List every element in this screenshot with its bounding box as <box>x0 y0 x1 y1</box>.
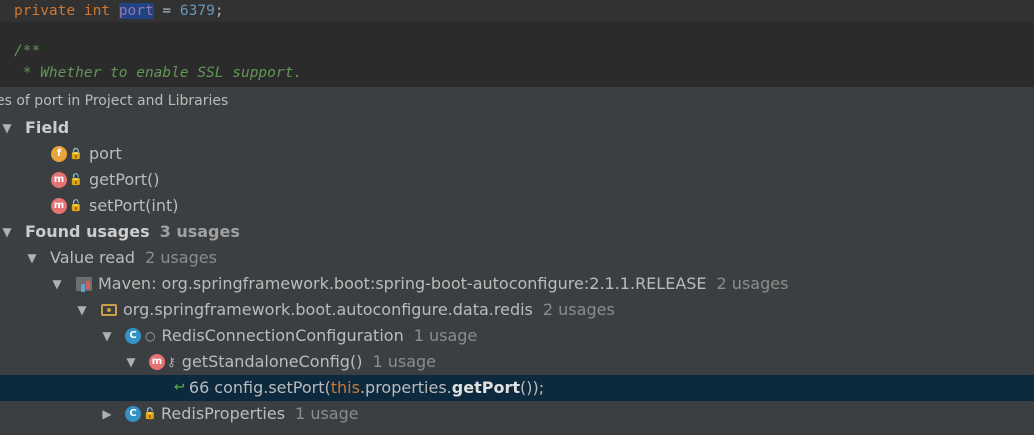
usage-count: 1 usage <box>295 404 359 423</box>
method-name: getPort() <box>89 170 160 189</box>
tree-row-class-redisconnection[interactable]: ▼ C ○ RedisConnectionConfiguration 1 usa… <box>0 323 1034 349</box>
usage-count: 3 usages <box>159 222 240 241</box>
comment-open: /** <box>14 43 41 59</box>
method-name: getStandaloneConfig() <box>181 352 363 371</box>
expand-down-icon[interactable]: ▼ <box>100 323 114 349</box>
tree-row-port[interactable]: f 🔒 port <box>0 141 1034 167</box>
usage-count: 1 usage <box>413 326 478 345</box>
tree-row-found-usages[interactable]: ▼ Found usages 3 usages <box>0 219 1034 245</box>
usage-count: 2 usages <box>542 300 615 319</box>
usage-count: 2 usages <box>716 274 789 293</box>
maven-library-icon <box>76 277 92 291</box>
package-icon <box>101 304 117 316</box>
usages-tree[interactable]: ▼ Field f 🔒 port m 🔓 getPort() m 🔓 setPo… <box>0 115 1034 435</box>
method-icon: m <box>51 198 67 214</box>
maven-library-label: Maven: org.springframework.boot:spring-b… <box>98 274 707 293</box>
code-fragment: config.setPort( <box>214 378 331 397</box>
expand-down-icon[interactable]: ▼ <box>50 271 64 297</box>
class-name: RedisConnectionConfiguration <box>161 326 404 345</box>
protected-key-icon: ⚷ <box>167 355 176 369</box>
find-usages-title: es of port in Project and Libraries <box>0 93 229 109</box>
public-unlock-icon: 🔓 <box>69 199 83 212</box>
value-read-icon: ↩ <box>174 380 185 395</box>
found-usages-label: Found usages <box>25 222 150 241</box>
usage-count: 1 usage <box>372 352 436 371</box>
class-icon: C <box>125 328 141 344</box>
package-private-icon: ○ <box>145 329 156 343</box>
code-fragment: ()); <box>519 378 545 397</box>
code-highlighted-usage: getPort <box>451 378 520 397</box>
code-editor[interactable]: private int port = 6379; /** * Whether t… <box>0 0 1034 86</box>
tree-row-package[interactable]: ▼ org.springframework.boot.autoconfigure… <box>0 297 1034 323</box>
usage-count: 2 usages <box>145 248 217 267</box>
expand-right-icon[interactable]: ▶ <box>100 401 114 427</box>
method-icon: m <box>51 172 67 188</box>
field-name: port <box>89 144 122 163</box>
line-number: 66 <box>188 378 210 397</box>
tree-row-class-redisproperties[interactable]: ▶ C 🔓 RedisProperties 1 usage <box>0 401 1034 427</box>
expand-down-icon[interactable]: ▼ <box>0 115 14 141</box>
private-lock-icon: 🔒 <box>69 147 83 160</box>
tree-row-field[interactable]: ▼ Field <box>0 115 1034 141</box>
field-icon: f <box>51 146 67 162</box>
expand-down-icon[interactable]: ▼ <box>75 297 89 323</box>
code-line-port[interactable]: private int port = 6379; <box>14 1 224 21</box>
method-icon: m <box>149 354 165 370</box>
identifier-port[interactable]: port <box>118 3 154 19</box>
tree-row-usage-line[interactable]: ↩ 66 config.setPort(this. properties. getP… <box>0 375 1034 401</box>
expand-down-icon[interactable]: ▼ <box>0 219 14 245</box>
number-literal: 6379 <box>179 3 215 19</box>
public-unlock-icon: 🔓 <box>69 173 83 186</box>
tree-row-getport[interactable]: m 🔓 getPort() <box>0 167 1034 193</box>
keyword-int: int <box>83 3 111 19</box>
tree-row-maven[interactable]: ▼ Maven: org.springframework.boot:spring… <box>0 271 1034 297</box>
class-icon: C <box>125 406 141 422</box>
value-read-label: Value read <box>50 248 136 267</box>
semicolon: ; <box>214 3 224 19</box>
class-name: RedisProperties <box>161 404 286 423</box>
field-group-label: Field <box>25 118 70 137</box>
tree-row-value-read[interactable]: ▼ Value read 2 usages <box>0 245 1034 271</box>
expand-down-icon[interactable]: ▼ <box>25 245 39 271</box>
tree-row-setport[interactable]: m 🔓 setPort(int) <box>0 193 1034 219</box>
find-usages-header: es of port in Project and Libraries <box>0 87 1034 115</box>
method-name: setPort(int) <box>89 196 179 215</box>
expand-down-icon[interactable]: ▼ <box>124 349 138 375</box>
code-this-keyword: this <box>330 378 360 397</box>
package-label: org.springframework.boot.autoconfigure.d… <box>123 300 533 319</box>
public-unlock-icon: 🔓 <box>143 407 157 420</box>
tree-row-method-getstandalone[interactable]: ▼ m ⚷ getStandaloneConfig() 1 usage <box>0 349 1034 375</box>
comment-text: * Whether to enable SSL support. <box>14 65 303 81</box>
keyword-private: private <box>14 3 76 19</box>
operator-assign: = <box>153 3 180 19</box>
code-fragment: properties. <box>365 378 452 397</box>
